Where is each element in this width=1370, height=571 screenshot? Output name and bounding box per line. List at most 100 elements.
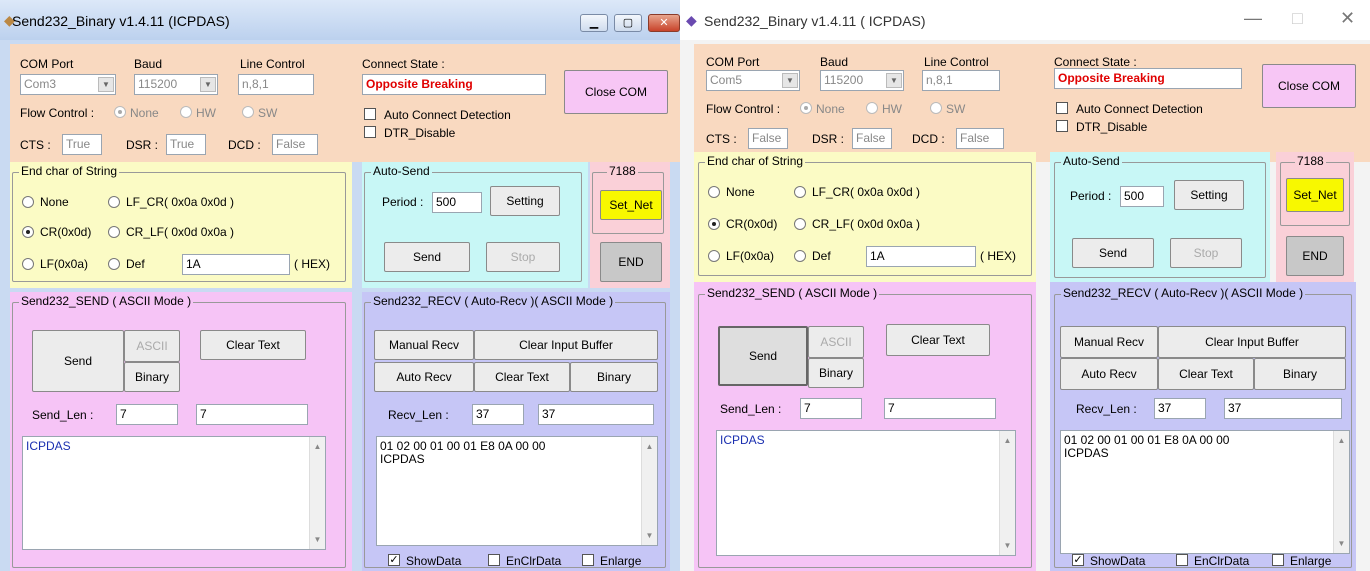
- com-port-select[interactable]: Com5 ▼: [706, 70, 800, 91]
- scroll-up-icon[interactable]: ▲: [310, 439, 325, 454]
- end-char-panel: End char of String None LF_CR( 0x0a 0x0d…: [10, 162, 352, 288]
- clear-input-buffer-button[interactable]: Clear Input Buffer: [1158, 326, 1346, 358]
- clear-text-button[interactable]: Clear Text: [200, 330, 306, 360]
- end-def-input[interactable]: 1A: [866, 246, 976, 267]
- maximize-icon[interactable]: □: [1292, 8, 1303, 29]
- end-none-radio[interactable]: [22, 196, 34, 208]
- recv-textarea[interactable]: 01 02 00 01 00 01 E8 0A 00 00 ICPDAS ▲ ▼: [376, 436, 658, 546]
- end-crlf-radio[interactable]: [108, 226, 120, 238]
- clear-input-buffer-button[interactable]: Clear Input Buffer: [474, 330, 658, 360]
- send-len-field[interactable]: 7: [116, 404, 178, 425]
- auto-connect-checkbox[interactable]: [364, 108, 376, 120]
- scrollbar[interactable]: ▲ ▼: [1333, 431, 1349, 553]
- auto-send-button[interactable]: Send: [384, 242, 470, 272]
- showdata-checkbox[interactable]: ✓: [388, 554, 400, 566]
- end-none-radio[interactable]: [708, 186, 720, 198]
- com-port-select[interactable]: Com3 ▼: [20, 74, 116, 95]
- dtr-disable-checkbox[interactable]: [1056, 120, 1068, 132]
- baud-select[interactable]: 115200 ▼: [820, 70, 904, 91]
- end-lf-radio[interactable]: [22, 258, 34, 270]
- minimize-icon[interactable]: ▁: [580, 14, 608, 32]
- scroll-up-icon[interactable]: ▲: [1000, 433, 1015, 448]
- recv-binary-button[interactable]: Binary: [1254, 358, 1346, 390]
- send-textarea[interactable]: ICPDAS ▲ ▼: [716, 430, 1016, 556]
- close-icon[interactable]: ✕: [1340, 8, 1355, 29]
- ascii-button[interactable]: ASCII: [808, 326, 864, 358]
- period-input[interactable]: 500: [1120, 186, 1164, 207]
- line-control-field[interactable]: n,8,1: [922, 70, 1000, 91]
- end-button[interactable]: END: [1286, 236, 1344, 276]
- clear-text-button[interactable]: Clear Text: [886, 324, 990, 356]
- recv-len-field-2[interactable]: 37: [1224, 398, 1342, 419]
- send-len-field-2[interactable]: 7: [884, 398, 996, 419]
- enlarge-checkbox[interactable]: [582, 554, 594, 566]
- end-def-radio[interactable]: [794, 250, 806, 262]
- stop-button[interactable]: Stop: [486, 242, 560, 272]
- recv-len-field[interactable]: 37: [472, 404, 524, 425]
- recv-len-field[interactable]: 37: [1154, 398, 1206, 419]
- scroll-up-icon[interactable]: ▲: [1334, 433, 1349, 448]
- flow-sw-radio[interactable]: [242, 106, 254, 118]
- send-button[interactable]: Send: [32, 330, 124, 392]
- flow-none-radio[interactable]: [114, 106, 126, 118]
- auto-send-button[interactable]: Send: [1072, 238, 1154, 268]
- manual-recv-button[interactable]: Manual Recv: [1060, 326, 1158, 358]
- setting-button[interactable]: Setting: [490, 186, 560, 216]
- baud-select[interactable]: 115200 ▼: [134, 74, 218, 95]
- send-button[interactable]: Send: [718, 326, 808, 386]
- manual-recv-button[interactable]: Manual Recv: [374, 330, 474, 360]
- end-def-radio[interactable]: [108, 258, 120, 270]
- set-net-button[interactable]: Set_Net: [600, 190, 662, 220]
- enclrdata-checkbox[interactable]: [1176, 554, 1188, 566]
- end-lf-radio[interactable]: [708, 250, 720, 262]
- end-def-input[interactable]: 1A: [182, 254, 290, 275]
- enclrdata-checkbox[interactable]: [488, 554, 500, 566]
- send-textarea[interactable]: ICPDAS ▲ ▼: [22, 436, 326, 550]
- binary-button[interactable]: Binary: [124, 362, 180, 392]
- enclrdata-label: EnClrData: [506, 554, 562, 568]
- close-icon[interactable]: ✕: [648, 14, 680, 32]
- set-net-button[interactable]: Set_Net: [1286, 178, 1344, 212]
- send-len-field[interactable]: 7: [800, 398, 862, 419]
- flow-none-radio[interactable]: [800, 102, 812, 114]
- stop-button[interactable]: Stop: [1170, 238, 1242, 268]
- period-input[interactable]: 500: [432, 192, 482, 213]
- dtr-disable-checkbox[interactable]: [364, 126, 376, 138]
- recv-clear-text-button[interactable]: Clear Text: [474, 362, 570, 392]
- scrollbar[interactable]: ▲ ▼: [641, 437, 657, 545]
- auto-connect-checkbox[interactable]: [1056, 102, 1068, 114]
- end-cr-radio[interactable]: [708, 218, 720, 230]
- recv-textarea[interactable]: 01 02 00 01 00 01 E8 0A 00 00 ICPDAS ▲ ▼: [1060, 430, 1350, 554]
- scroll-down-icon[interactable]: ▼: [1334, 536, 1349, 551]
- close-com-button[interactable]: Close COM: [1262, 64, 1356, 108]
- end-button[interactable]: END: [600, 242, 662, 282]
- scroll-down-icon[interactable]: ▼: [1000, 538, 1015, 553]
- flow-hw-radio[interactable]: [180, 106, 192, 118]
- end-cr-radio[interactable]: [22, 226, 34, 238]
- end-lfcr-radio[interactable]: [108, 196, 120, 208]
- binary-button[interactable]: Binary: [808, 358, 864, 388]
- scroll-down-icon[interactable]: ▼: [642, 528, 657, 543]
- recv-len-field-2[interactable]: 37: [538, 404, 654, 425]
- scrollbar[interactable]: ▲ ▼: [309, 437, 325, 549]
- recv-binary-button[interactable]: Binary: [570, 362, 658, 392]
- flow-hw-radio[interactable]: [866, 102, 878, 114]
- close-com-button[interactable]: Close COM: [564, 70, 668, 114]
- recv-clear-text-button[interactable]: Clear Text: [1158, 358, 1254, 390]
- ascii-button[interactable]: ASCII: [124, 330, 180, 362]
- minimize-icon[interactable]: —: [1244, 8, 1262, 29]
- scrollbar[interactable]: ▲ ▼: [999, 431, 1015, 555]
- scroll-up-icon[interactable]: ▲: [642, 439, 657, 454]
- maximize-icon[interactable]: ▢: [614, 14, 642, 32]
- scroll-down-icon[interactable]: ▼: [310, 532, 325, 547]
- flow-sw-radio[interactable]: [930, 102, 942, 114]
- auto-recv-button[interactable]: Auto Recv: [374, 362, 474, 392]
- end-crlf-radio[interactable]: [794, 218, 806, 230]
- enlarge-checkbox[interactable]: [1272, 554, 1284, 566]
- end-lfcr-radio[interactable]: [794, 186, 806, 198]
- send-len-field-2[interactable]: 7: [196, 404, 308, 425]
- auto-recv-button[interactable]: Auto Recv: [1060, 358, 1158, 390]
- showdata-checkbox[interactable]: ✓: [1072, 554, 1084, 566]
- setting-button[interactable]: Setting: [1174, 180, 1244, 210]
- line-control-field[interactable]: n,8,1: [238, 74, 314, 95]
